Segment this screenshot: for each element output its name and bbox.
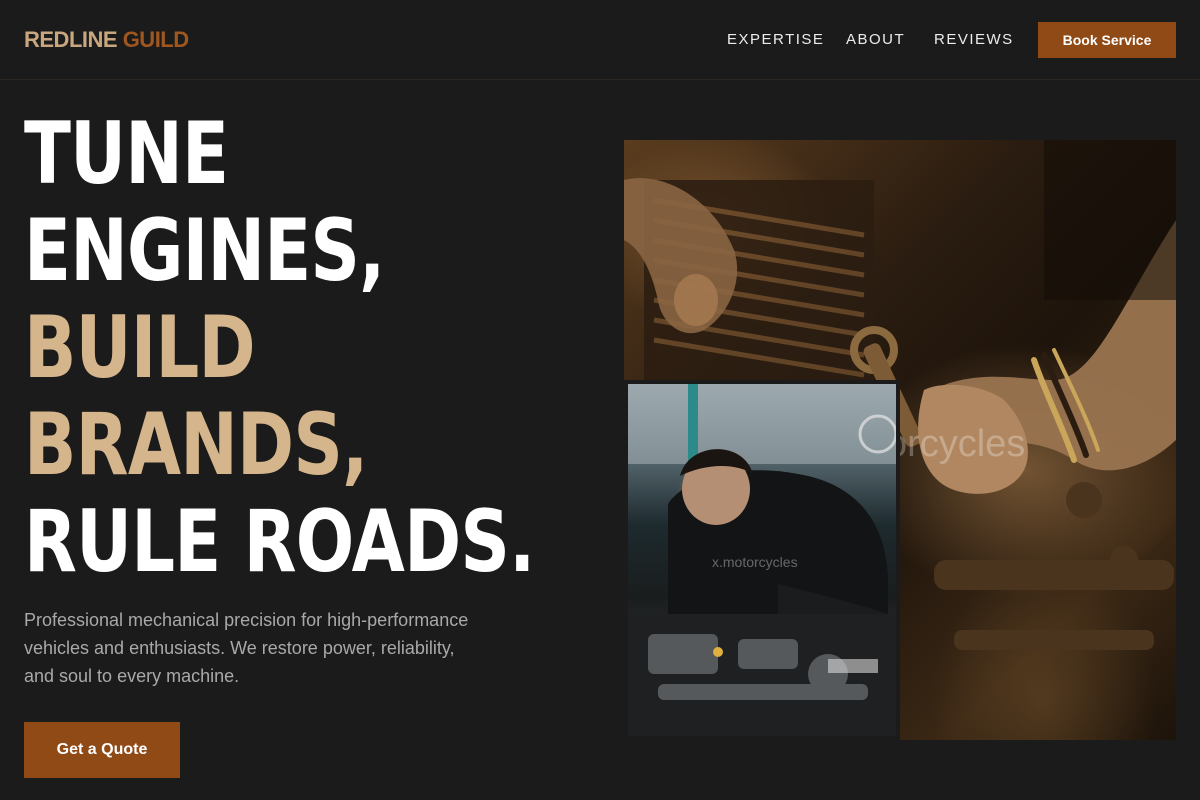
nav-link-reviews[interactable]: REVIEWS xyxy=(934,30,1014,50)
book-service-button[interactable]: Book Service xyxy=(1038,22,1176,58)
site-header: REDLINE GUILD EXPERTISE ABOUT REVIEWS Bo… xyxy=(0,0,1200,80)
mechanic-engine-photo: x.motorcycles xyxy=(624,380,900,740)
get-quote-button[interactable]: Get a Quote xyxy=(24,722,180,778)
headline-line-1: TUNE xyxy=(24,104,229,204)
logo-word-guild: GUILD xyxy=(122,27,189,52)
headline-line-3: BUILD xyxy=(24,298,256,398)
headline-line-5: RULE ROADS. xyxy=(24,492,535,592)
nav-link-expertise[interactable]: EXPERTISE xyxy=(727,30,824,50)
brand-logo[interactable]: REDLINE GUILD xyxy=(24,27,189,53)
headline-line-4: BRANDS, xyxy=(24,395,368,495)
mechanic-illustration xyxy=(628,384,896,736)
headline-line-2: ENGINES, xyxy=(24,201,385,301)
logo-word-redline: REDLINE xyxy=(24,27,118,52)
hero-headline: TUNE ENGINES, BUILD BRANDS, RULE ROADS. xyxy=(24,106,535,591)
nav-link-about[interactable]: ABOUT xyxy=(846,30,905,50)
hero-description: Professional mechanical precision for hi… xyxy=(24,610,469,686)
